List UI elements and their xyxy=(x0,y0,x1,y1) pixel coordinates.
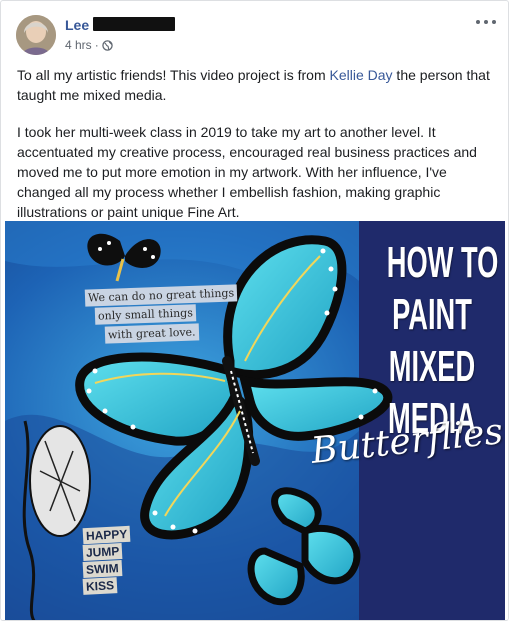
redacted-last-name xyxy=(93,17,175,31)
facebook-post: Lee 4 hrs · To all my artistic friends! … xyxy=(0,0,509,621)
avatar-image xyxy=(16,15,56,55)
post-timestamp[interactable]: 4 hrs xyxy=(65,38,92,52)
collage-quote: We can do no great things only small thi… xyxy=(84,284,245,344)
more-dot xyxy=(476,20,480,24)
collage-word-4: KISS xyxy=(82,577,118,595)
avatar[interactable] xyxy=(16,15,56,55)
post-meta: 4 hrs · xyxy=(65,38,113,52)
quote-line-3: with great love. xyxy=(104,323,199,344)
more-options-icon[interactable] xyxy=(476,16,496,28)
more-dot xyxy=(492,20,496,24)
paragraph-1-before: To all my artistic friends! This video p… xyxy=(17,67,330,83)
collage-words: HAPPY JUMP SWIM KISS xyxy=(82,525,131,595)
post-image[interactable]: HOW TO PAINT MIXED MEDIA Butterflies We … xyxy=(5,221,505,620)
collage-word-3: SWIM xyxy=(82,559,123,579)
title-line-1: HOW TO xyxy=(386,238,499,287)
kellie-day-link[interactable]: Kellie Day xyxy=(330,67,393,83)
more-dot xyxy=(484,20,488,24)
title-line-2: PAINT xyxy=(392,290,472,339)
post-text-paragraph-2: I took her multi-week class in 2019 to t… xyxy=(17,124,477,220)
collage-word-2: JUMP xyxy=(82,542,123,562)
quote-line-1: We can do no great things xyxy=(84,284,238,307)
author-name[interactable]: Lee xyxy=(65,17,89,33)
post-text-paragraph-1: To all my artistic friends! This video p… xyxy=(17,65,497,105)
post-header: Lee 4 hrs · xyxy=(13,14,498,56)
globe-icon[interactable] xyxy=(101,39,113,51)
quote-line-2: only small things xyxy=(94,304,197,325)
meta-separator: · xyxy=(94,38,99,52)
collage-word-1: HAPPY xyxy=(82,525,131,545)
title-line-3: MIXED xyxy=(388,342,476,391)
